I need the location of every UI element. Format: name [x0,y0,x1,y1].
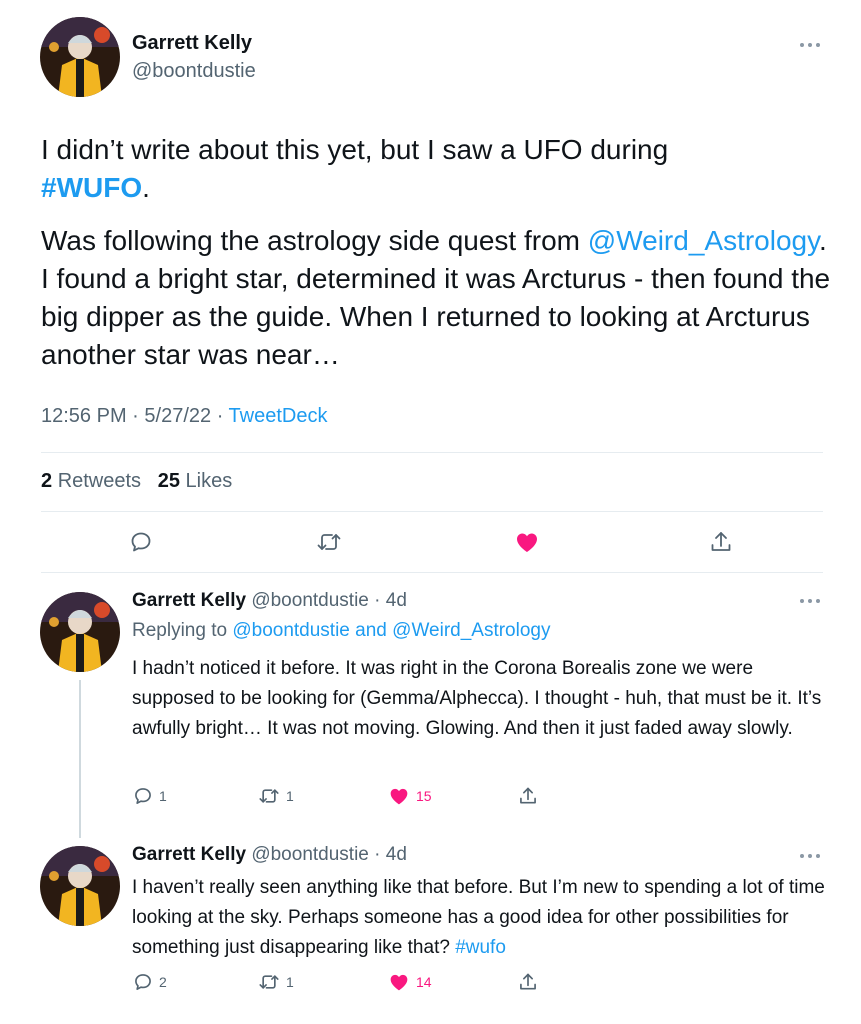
reply-button[interactable]: 1 [133,786,167,806]
tweet-text: Was following the astrology side quest f… [41,225,580,256]
retweet-count: 1 [286,974,294,990]
divider [41,452,823,453]
mention-link[interactable]: @boontdustie [232,620,350,641]
like-count: 15 [416,788,432,804]
divider [41,572,823,573]
hashtag-link[interactable]: #wufo [455,937,506,958]
tweet-text: . [142,172,150,203]
author-name[interactable]: Garrett Kelly [132,844,246,865]
tweet-date[interactable]: 5/27/22 [144,405,211,427]
tweet-time[interactable]: 12:56 PM [41,405,127,427]
reply-header: Garrett Kelly @boontdustie · 4d [132,844,407,865]
share-icon [711,532,731,551]
retweets-stat[interactable]: 2 Retweets [41,470,141,492]
retweet-button[interactable]: 1 [258,972,294,992]
like-icon [390,788,408,805]
more-options-icon[interactable] [800,41,824,49]
reply-text: I hadn’t noticed it before. It was right… [132,658,822,739]
reply-count: 2 [159,974,167,990]
like-count: 14 [416,974,432,990]
retweet-icon [317,534,341,550]
reply-button[interactable]: 2 [133,972,167,992]
engagement-stats: 2 Retweets 25 Likes [41,470,232,493]
reply-header: Garrett Kelly @boontdustie · 4d [132,590,407,611]
hashtag-link[interactable]: #WUFO [41,172,142,203]
like-icon [517,533,537,552]
more-options-icon[interactable] [800,852,824,860]
reply-icon [135,974,151,990]
tweet-meta: 12:56 PM · 5/27/22 · TweetDeck [41,405,328,427]
tweet-text-paragraph-2: Was following the astrology side quest f… [41,222,831,374]
replying-to: Replying to @boontdustie and @Weird_Astr… [132,620,551,641]
avatar[interactable] [40,17,120,97]
tweet-text-paragraph-1: I didn’t write about this yet, but I saw… [41,131,831,207]
share-button[interactable] [518,972,538,992]
author-name[interactable]: Garrett Kelly [132,32,252,55]
avatar[interactable] [40,846,120,926]
retweet-button[interactable]: 1 [258,786,294,806]
share-button[interactable] [709,530,733,554]
reply-count: 1 [159,788,167,804]
like-button[interactable] [514,530,540,554]
avatar[interactable] [40,592,120,672]
share-button[interactable] [518,786,538,806]
retweet-button[interactable] [316,530,342,554]
author-name[interactable]: Garrett Kelly [132,590,246,611]
reply-text-block: I haven’t really seen anything like that… [132,873,832,963]
share-icon [520,973,536,990]
mention-link[interactable]: @Weird_Astrology [392,620,550,641]
divider [41,511,823,512]
like-icon [390,974,408,991]
reply-icon [135,788,151,804]
author-handle[interactable]: @boontdustie [251,590,369,611]
author-handle[interactable]: @boontdustie [132,60,256,83]
mention-link[interactable]: @Weird_Astrology [588,225,819,256]
likes-stat[interactable]: 25 Likes [158,470,233,492]
like-button[interactable]: 14 [388,972,432,992]
tweet-source[interactable]: TweetDeck [229,405,328,427]
reply-icon [131,532,151,552]
share-icon [520,787,536,804]
retweet-icon [259,789,279,803]
reply-button[interactable] [129,530,153,554]
thread-connector [79,680,81,838]
tweet-age[interactable]: 4d [386,590,407,611]
more-options-icon[interactable] [800,597,824,605]
author-handle[interactable]: @boontdustie [251,844,369,865]
like-button[interactable]: 15 [388,786,432,806]
retweet-icon [259,975,279,989]
tweet-text: I didn’t write about this yet, but I saw… [41,134,669,165]
retweet-count: 1 [286,788,294,804]
tweet-age[interactable]: 4d [386,844,407,865]
